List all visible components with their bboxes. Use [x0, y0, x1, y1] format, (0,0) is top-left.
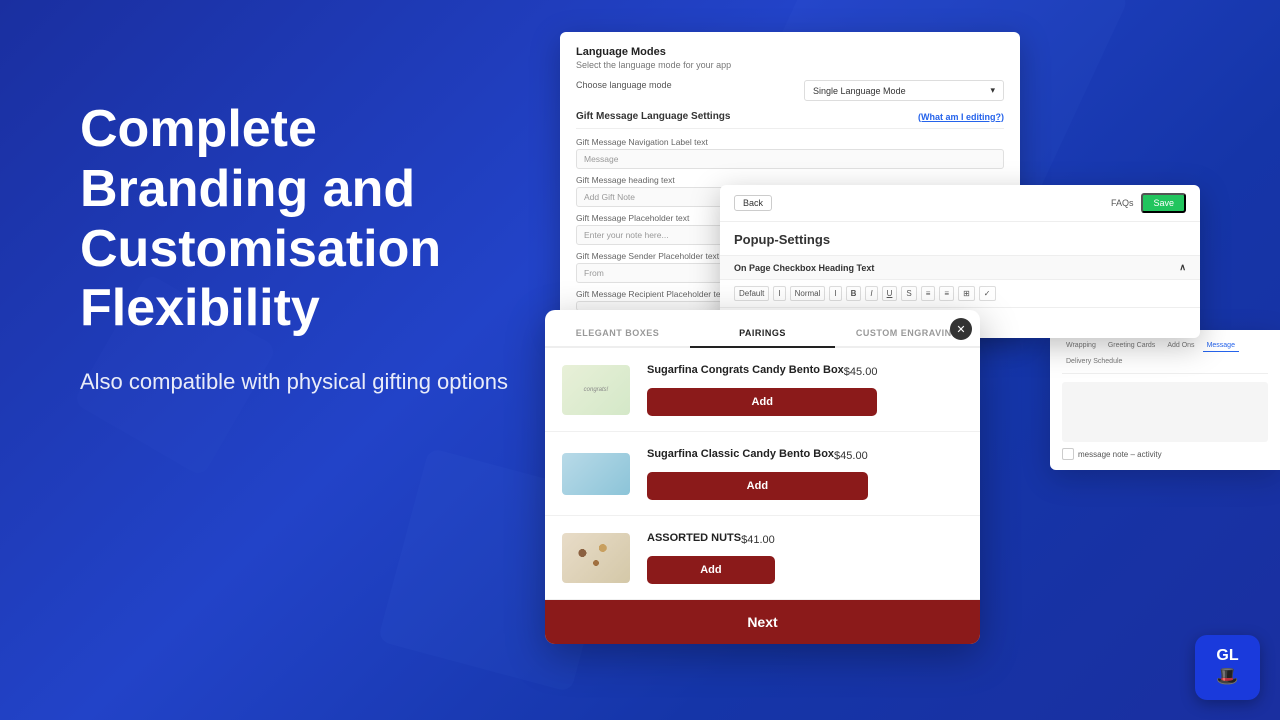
product-popup-header: ✕ ELEGANT BOXES PAIRINGS CUSTOM ENGRAVIN…: [545, 310, 980, 348]
product-info-2: Sugarfina Classic Candy Bento Box $45.00…: [647, 448, 868, 500]
gift-section-header: Gift Message Language Settings (What am …: [576, 111, 1004, 129]
product-list: Sugarfina Congrats Candy Bento Box $45.0…: [545, 348, 980, 600]
add-button-1[interactable]: Add: [647, 388, 877, 416]
tab-greeting-cards[interactable]: Greeting Cards: [1104, 340, 1159, 352]
product-item-1: Sugarfina Congrats Candy Bento Box $45.0…: [545, 348, 980, 432]
faqs-link[interactable]: FAQs: [1111, 198, 1134, 208]
toolbar-list-1[interactable]: ≡: [921, 286, 936, 301]
toolbar-check[interactable]: ✓: [979, 286, 996, 301]
candy-box-congrats: [562, 365, 630, 415]
popup-section-header: On Page Checkbox Heading Text ∧: [720, 255, 1200, 280]
tab-message[interactable]: Message: [1203, 340, 1239, 352]
gl-badge-icon: 🎩: [1216, 666, 1238, 687]
product-price-2: $45.00: [834, 450, 868, 462]
product-name-3: ASSORTED NUTS: [647, 532, 741, 544]
tab-wrapping[interactable]: Wrapping: [1062, 340, 1100, 352]
popup-toolbar: Default I Normal I B I U S ≡ ≡ ⊞ ✓: [720, 280, 1200, 308]
back-button[interactable]: Back: [734, 195, 772, 211]
gift-section-link[interactable]: (What am I editing?): [918, 112, 1004, 122]
right-checkbox-label: message note – activity: [1078, 450, 1162, 459]
popup-title: Popup-Settings: [720, 222, 1200, 255]
product-image-1: [561, 362, 631, 417]
right-checkbox-row: message note – activity: [1062, 448, 1268, 460]
add-button-3[interactable]: Add: [647, 556, 775, 584]
add-button-2[interactable]: Add: [647, 472, 868, 500]
toolbar-i[interactable]: I: [773, 286, 785, 301]
toolbar-default[interactable]: Default: [734, 286, 769, 301]
gl-badge-text: GL: [1216, 648, 1238, 664]
product-info-1: Sugarfina Congrats Candy Bento Box $45.0…: [647, 364, 877, 416]
gift-section-title-text: Gift Message Language Settings: [576, 111, 730, 122]
toolbar-font-i[interactable]: I: [829, 286, 841, 301]
toolbar-strike[interactable]: S: [901, 286, 916, 301]
popup-section-title: On Page Checkbox Heading Text: [734, 263, 874, 273]
popup-header-actions: FAQs Save: [1111, 193, 1186, 213]
next-button[interactable]: Next: [545, 600, 980, 644]
dropdown-chevron-icon: ▾: [990, 85, 995, 96]
left-panel: Complete Branding and Customisation Flex…: [80, 100, 510, 398]
product-info-3: ASSORTED NUTS $41.00 Add: [647, 532, 775, 584]
field-nav-label-text: Gift Message Navigation Label text: [576, 137, 1004, 147]
toolbar-underline[interactable]: U: [882, 286, 898, 301]
product-price-3: $41.00: [741, 534, 775, 546]
right-panel-tabs: Wrapping Greeting Cards Add Ons Message …: [1062, 340, 1268, 374]
toolbar-normal[interactable]: Normal: [790, 286, 826, 301]
product-image-2: [561, 446, 631, 501]
lang-select-label: Choose language mode: [576, 80, 672, 90]
product-item-3: ASSORTED NUTS $41.00 Add: [545, 516, 980, 600]
lang-panel-subtitle: Select the language mode for your app: [576, 60, 1004, 70]
lang-panel-title: Language Modes: [576, 46, 1004, 58]
product-popup: ✕ ELEGANT BOXES PAIRINGS CUSTOM ENGRAVIN…: [545, 310, 980, 644]
close-button[interactable]: ✕: [950, 318, 972, 340]
field-nav-label-input[interactable]: Message: [576, 149, 1004, 169]
nuts-box: [562, 533, 630, 583]
toolbar-bold[interactable]: B: [846, 286, 862, 301]
product-item-2: Sugarfina Classic Candy Bento Box $45.00…: [545, 432, 980, 516]
price-row-3: ASSORTED NUTS $41.00: [647, 532, 775, 548]
product-name-2: Sugarfina Classic Candy Bento Box: [647, 448, 834, 460]
toolbar-grid[interactable]: ⊞: [958, 286, 975, 301]
popup-header: Back FAQs Save: [720, 185, 1200, 222]
sub-heading: Also compatible with physical gifting op…: [80, 367, 510, 398]
field-heading-label: Gift Message heading text: [576, 175, 1004, 185]
screenshots-area: Language Modes Select the language mode …: [530, 0, 1280, 720]
price-row-2: Sugarfina Classic Candy Bento Box $45.00: [647, 448, 868, 464]
toolbar-list-2[interactable]: ≡: [939, 286, 954, 301]
tab-elegant-boxes[interactable]: ELEGANT BOXES: [545, 320, 690, 348]
tab-delivery-schedule[interactable]: Delivery Schedule: [1062, 356, 1126, 367]
lang-select-value: Single Language Mode: [813, 86, 906, 96]
product-price-1: $45.00: [844, 366, 878, 378]
toolbar-italic[interactable]: I: [865, 286, 877, 301]
tab-add-ons[interactable]: Add Ons: [1163, 340, 1198, 352]
price-row-1: Sugarfina Congrats Candy Bento Box $45.0…: [647, 364, 877, 380]
collapse-icon[interactable]: ∧: [1179, 262, 1186, 273]
candy-box-classic: [562, 453, 630, 495]
mini-checkbox[interactable]: [1062, 448, 1074, 460]
main-heading: Complete Branding and Customisation Flex…: [80, 100, 510, 339]
product-tabs: ELEGANT BOXES PAIRINGS CUSTOM ENGRAVING: [545, 310, 980, 348]
tab-pairings[interactable]: PAIRINGS: [690, 320, 835, 348]
right-content-area: [1062, 382, 1268, 442]
product-name-1: Sugarfina Congrats Candy Bento Box: [647, 364, 844, 376]
save-button[interactable]: Save: [1141, 193, 1186, 213]
gl-badge: GL 🎩: [1195, 635, 1260, 700]
product-image-3: [561, 530, 631, 585]
field-nav-label: Gift Message Navigation Label text Messa…: [576, 137, 1004, 169]
lang-select-dropdown[interactable]: Single Language Mode ▾: [804, 80, 1004, 101]
right-snippet-panel: Wrapping Greeting Cards Add Ons Message …: [1050, 330, 1280, 470]
